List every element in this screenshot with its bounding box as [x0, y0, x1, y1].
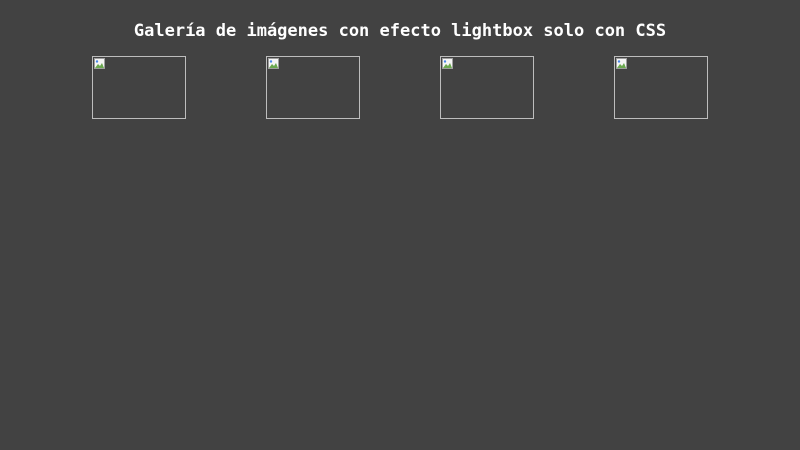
- broken-image-icon: [94, 58, 105, 69]
- gallery-thumbnail-1[interactable]: [92, 56, 186, 119]
- broken-image-icon: [442, 58, 453, 69]
- broken-image-icon: [268, 58, 279, 69]
- gallery-thumbnail-3[interactable]: [440, 56, 534, 119]
- gallery-thumbnail-4[interactable]: [614, 56, 708, 119]
- broken-image-icon: [616, 58, 627, 69]
- gallery-thumbnail-2[interactable]: [266, 56, 360, 119]
- image-gallery: [0, 56, 800, 119]
- page-title: Galería de imágenes con efecto lightbox …: [133, 21, 667, 42]
